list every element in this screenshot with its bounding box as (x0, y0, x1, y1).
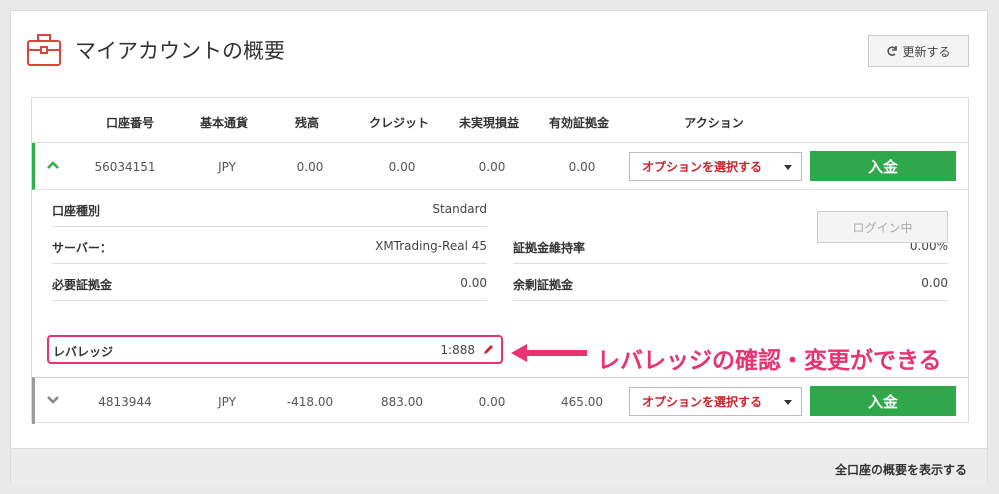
col-credit: クレジット (368, 116, 429, 130)
detail-label: 余剰証拠金 (513, 278, 574, 292)
currency: JPY (218, 395, 236, 409)
view-all-accounts-link[interactable]: 全口座の概要を表示する (835, 461, 967, 478)
equity: 0.00 (568, 160, 596, 174)
briefcase-icon (27, 34, 61, 66)
unrealized-pl: 0.00 (478, 160, 506, 174)
detail-required-margin: 必要証拠金 0.00 (52, 264, 487, 301)
detail-value: Standard (432, 202, 487, 216)
col-equity: 有効証拠金 (548, 116, 609, 130)
currency: JPY (218, 160, 236, 174)
table-header: 口座番号 基本通貨 残高 クレジット 未実現損益 有効証拠金 アクション (32, 98, 968, 143)
detail-server: サーバー： XMTrading-Real 45 (52, 227, 487, 264)
detail-account-type: 口座種別 Standard (52, 190, 487, 227)
panel-footer: 全口座の概要を表示する (11, 448, 987, 485)
options-select-label: オプションを選択する (642, 160, 763, 174)
equity: 465.00 (561, 395, 603, 409)
col-currency: 基本通貨 (199, 116, 248, 130)
detail-label: 必要証拠金 (52, 278, 113, 292)
col-balance: 残高 (294, 116, 319, 130)
balance: 0.00 (296, 160, 324, 174)
options-select[interactable]: オプションを選択する (629, 152, 802, 181)
credit: 883.00 (381, 395, 423, 409)
deposit-button[interactable]: 入金 (810, 151, 956, 181)
deposit-button[interactable]: 入金 (810, 386, 956, 416)
panel-header: マイアカウントの概要 更新する (11, 11, 987, 97)
options-select[interactable]: オプションを選択する (629, 387, 802, 416)
refresh-button[interactable]: 更新する (868, 35, 969, 67)
detail-label: サーバー： (52, 241, 112, 255)
annotation-text: レバレッジの確認・変更ができる (597, 348, 942, 374)
credit: 0.00 (388, 160, 416, 174)
detail-free-margin: 余剰証拠金 0.00 (513, 264, 948, 301)
col-unrealized: 未実現損益 (458, 116, 519, 130)
leverage-label: レバレッジ (53, 345, 114, 359)
col-account-number: 口座番号 (105, 116, 154, 130)
detail-value: 0.00 (921, 276, 948, 290)
refresh-icon (887, 46, 898, 56)
annotation-arrow-icon (511, 344, 587, 362)
caret-down-icon (784, 165, 792, 170)
account-overview-panel: マイアカウントの概要 更新する 口座番号 基本通貨 残高 クレジット 未実現損益… (10, 10, 988, 485)
account-row: 4813944 JPY -418.00 883.00 0.00 465.00 オ… (32, 377, 968, 424)
balance: -418.00 (286, 395, 334, 409)
detail-label: 証拠金維持率 (513, 241, 586, 255)
account-row: 56034151 JPY 0.00 0.00 0.00 0.00 オプションを選… (32, 143, 968, 190)
detail-value: 0.00 (460, 276, 487, 290)
pencil-icon[interactable] (482, 343, 495, 356)
chevron-up-icon[interactable] (45, 157, 61, 173)
detail-value: XMTrading-Real 45 (375, 239, 487, 253)
leverage-value: 1:888 (440, 343, 475, 357)
page-title: マイアカウントの概要 (75, 39, 285, 63)
options-select-label: オプションを選択する (642, 395, 763, 409)
caret-down-icon (784, 400, 792, 405)
unrealized-pl: 0.00 (478, 395, 506, 409)
leverage-row: レバレッジ 1:888 (47, 335, 503, 364)
col-action: アクション (684, 116, 744, 130)
refresh-label: 更新する (902, 44, 951, 59)
detail-label: 口座種別 (52, 204, 101, 218)
chevron-down-icon[interactable] (45, 392, 61, 408)
account-number: 56034151 (94, 160, 156, 174)
account-number: 4813944 (98, 395, 152, 409)
logged-in-button[interactable]: ログイン中 (817, 211, 948, 243)
